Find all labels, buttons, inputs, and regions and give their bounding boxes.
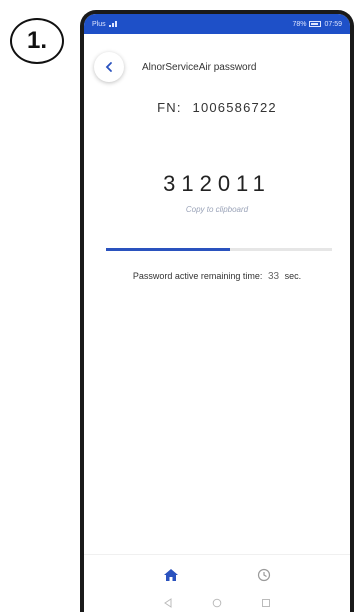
status-bar: Plus 78% 07:59 — [84, 14, 350, 34]
status-time: 07:59 — [324, 20, 342, 28]
remaining-label: Password active remaining time: — [132, 271, 263, 281]
nav-home-button[interactable] — [163, 568, 179, 582]
battery-percent: 78% — [292, 20, 307, 28]
chevron-left-icon — [105, 62, 112, 72]
home-icon — [164, 568, 178, 581]
timer-progress-fill — [106, 248, 231, 251]
carrier-text: Plus — [92, 20, 106, 28]
back-button[interactable] — [94, 52, 124, 82]
signal-icon — [108, 21, 117, 27]
timer-progress-bar — [106, 248, 332, 251]
step-label: 1. — [26, 27, 47, 54]
remaining-seconds: 33 — [267, 271, 280, 282]
battery-icon — [309, 21, 322, 27]
fn-label: FN: — [157, 100, 182, 115]
home-circle-icon[interactable] — [212, 598, 222, 608]
phone-screen: Plus 78% 07:59 AlnorServiceAir password — [84, 14, 350, 612]
copy-to-clipboard-link[interactable]: Copy to clipboard — [84, 205, 350, 214]
status-right: 78% 07:59 — [292, 21, 342, 28]
history-icon — [257, 568, 271, 581]
system-nav — [84, 594, 350, 612]
remaining-unit: sec. — [284, 271, 302, 281]
bottom-nav — [84, 554, 350, 594]
remaining-time: Password active remaining time: 33 sec. — [84, 271, 350, 282]
header: AlnorServiceAir password — [84, 34, 350, 100]
recents-square-icon[interactable] — [261, 598, 271, 608]
fn-line: FN: 1006586722 — [84, 100, 350, 115]
status-left: Plus — [92, 21, 119, 28]
back-triangle-icon[interactable] — [163, 598, 173, 608]
password-code: 312011 — [163, 171, 271, 196]
step-badge: 1. — [10, 18, 64, 64]
page-title: AlnorServiceAir password — [142, 61, 257, 73]
phone-frame: Plus 78% 07:59 AlnorServiceAir password — [80, 10, 354, 612]
nav-history-button[interactable] — [257, 568, 271, 582]
fn-value: 1006586722 — [192, 100, 277, 115]
